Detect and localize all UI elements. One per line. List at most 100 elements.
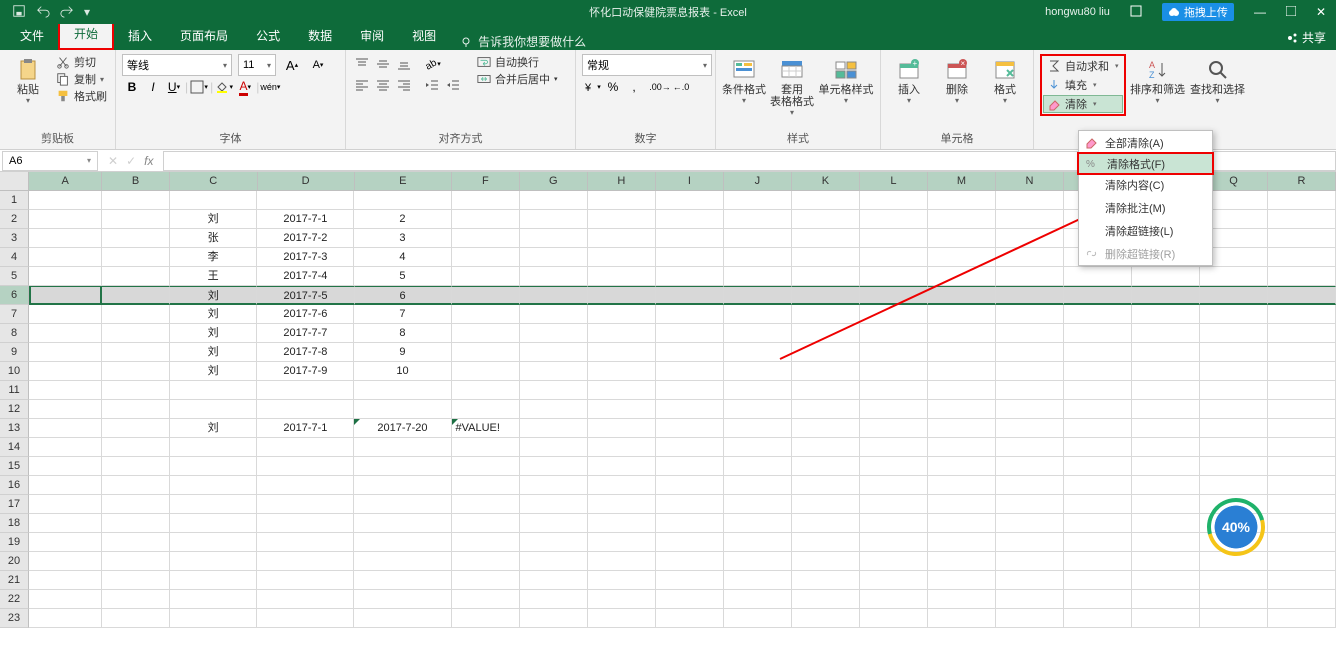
upload-badge[interactable]: 拖拽上传 <box>1162 3 1234 21</box>
cell[interactable]: 刘 <box>170 210 257 229</box>
cell[interactable] <box>1268 343 1336 362</box>
cell[interactable] <box>102 533 170 552</box>
cell[interactable] <box>520 457 588 476</box>
name-box[interactable]: A6▾ <box>2 151 98 171</box>
cell[interactable] <box>1268 438 1336 457</box>
cell[interactable] <box>170 457 257 476</box>
cell[interactable] <box>257 191 354 210</box>
cell[interactable] <box>588 438 656 457</box>
cell[interactable]: 张 <box>170 229 257 248</box>
cell[interactable]: 2017-7-9 <box>257 362 354 381</box>
cell[interactable] <box>928 267 996 286</box>
cell[interactable] <box>257 476 354 495</box>
cell[interactable] <box>452 609 520 628</box>
cut-button[interactable]: 剪切 <box>54 54 109 70</box>
cell[interactable] <box>588 514 656 533</box>
cell[interactable] <box>656 514 724 533</box>
format-cells-button[interactable]: 格式▾ <box>983 54 1027 105</box>
cell[interactable] <box>29 571 102 590</box>
cell[interactable] <box>1200 400 1268 419</box>
cell[interactable] <box>656 457 724 476</box>
cell[interactable] <box>1064 305 1132 324</box>
cell[interactable] <box>792 286 860 305</box>
cell[interactable] <box>860 590 928 609</box>
cell[interactable] <box>1064 438 1132 457</box>
cell[interactable] <box>257 552 354 571</box>
cell[interactable] <box>452 514 520 533</box>
cell[interactable] <box>656 362 724 381</box>
font-size-select[interactable]: 11▾ <box>238 54 276 76</box>
cell[interactable] <box>1064 495 1132 514</box>
share-button[interactable]: 共享 <box>1276 25 1336 50</box>
cell[interactable] <box>656 552 724 571</box>
cell[interactable] <box>724 590 792 609</box>
align-top-button[interactable] <box>352 54 372 74</box>
cell[interactable] <box>724 210 792 229</box>
decrease-decimal-button[interactable]: ←.0 <box>671 77 691 97</box>
row-header[interactable]: 11 <box>0 381 29 400</box>
cell[interactable] <box>996 457 1064 476</box>
cell[interactable] <box>29 419 102 438</box>
cell[interactable] <box>588 324 656 343</box>
cell[interactable] <box>1268 419 1336 438</box>
cell[interactable] <box>29 267 102 286</box>
cell[interactable] <box>29 210 102 229</box>
paste-button[interactable]: 粘贴 ▾ <box>6 54 50 105</box>
cell[interactable] <box>996 210 1064 229</box>
cell[interactable] <box>1200 381 1268 400</box>
cell[interactable] <box>724 609 792 628</box>
cell[interactable] <box>1132 552 1200 571</box>
cell[interactable] <box>588 210 656 229</box>
column-header[interactable]: G <box>520 172 588 190</box>
cell[interactable]: 刘 <box>170 286 257 305</box>
row-header[interactable]: 5 <box>0 267 29 286</box>
cell[interactable] <box>354 533 451 552</box>
fill-button[interactable]: 填充▾ <box>1043 76 1123 94</box>
cell[interactable] <box>452 590 520 609</box>
cell[interactable] <box>588 362 656 381</box>
cell[interactable] <box>792 457 860 476</box>
cell[interactable] <box>860 362 928 381</box>
cell[interactable] <box>1132 324 1200 343</box>
wrap-text-button[interactable]: 自动换行 <box>475 54 560 70</box>
cell[interactable]: 7 <box>354 305 451 324</box>
cell[interactable] <box>1268 533 1336 552</box>
cell[interactable] <box>102 324 170 343</box>
row-header[interactable]: 15 <box>0 457 29 476</box>
cell[interactable] <box>102 571 170 590</box>
cell[interactable] <box>520 609 588 628</box>
cell[interactable] <box>452 191 520 210</box>
cell[interactable] <box>588 609 656 628</box>
cell[interactable] <box>656 476 724 495</box>
cell[interactable] <box>724 400 792 419</box>
cell[interactable] <box>1132 533 1200 552</box>
cell[interactable] <box>102 305 170 324</box>
cell[interactable] <box>354 571 451 590</box>
cell[interactable] <box>354 400 451 419</box>
cell[interactable] <box>170 571 257 590</box>
cell[interactable] <box>29 590 102 609</box>
cell[interactable] <box>1268 609 1336 628</box>
cell[interactable] <box>1200 609 1268 628</box>
cell[interactable] <box>102 229 170 248</box>
cell[interactable] <box>860 286 928 305</box>
row-header[interactable]: 21 <box>0 571 29 590</box>
cell[interactable] <box>452 362 520 381</box>
cell[interactable] <box>1200 286 1268 305</box>
cell[interactable] <box>29 552 102 571</box>
cell[interactable] <box>102 438 170 457</box>
cell[interactable] <box>257 438 354 457</box>
cell[interactable] <box>656 267 724 286</box>
cell[interactable] <box>29 533 102 552</box>
cell[interactable] <box>102 552 170 571</box>
cell[interactable] <box>996 305 1064 324</box>
cell[interactable] <box>928 191 996 210</box>
cell[interactable] <box>1268 362 1336 381</box>
cell[interactable] <box>1064 457 1132 476</box>
cell[interactable] <box>452 286 520 305</box>
percent-button[interactable]: % <box>603 77 623 97</box>
cell[interactable] <box>588 495 656 514</box>
cell[interactable]: 2017-7-8 <box>257 343 354 362</box>
cell[interactable] <box>792 400 860 419</box>
cell[interactable] <box>996 286 1064 305</box>
